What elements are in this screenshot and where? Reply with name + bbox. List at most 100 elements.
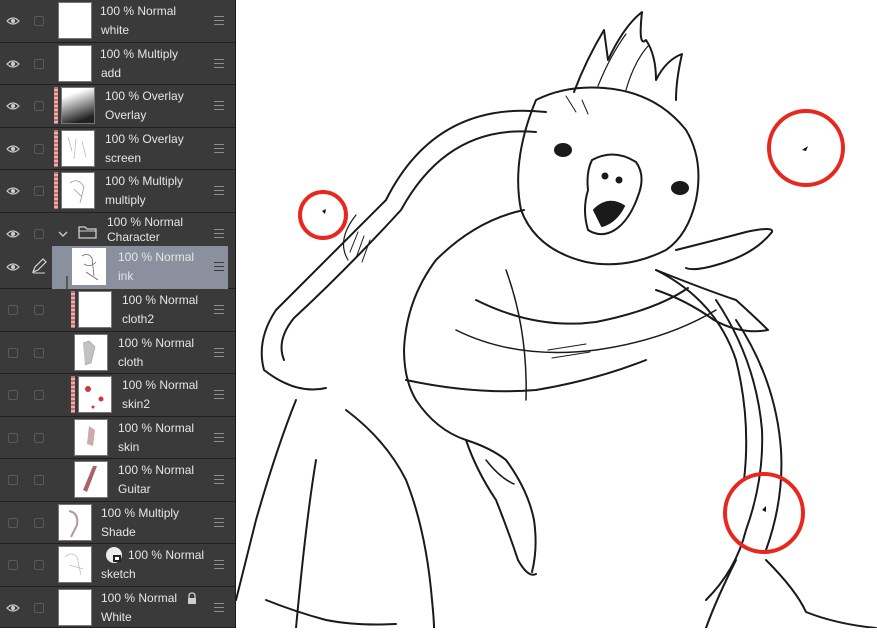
visibility-toggle[interactable] (8, 390, 18, 400)
visibility-toggle[interactable] (8, 475, 18, 485)
layer-blend-mode: Multiply (137, 46, 179, 61)
layer-opacity: 100 % (105, 131, 140, 146)
layer-thumbnail (61, 129, 95, 167)
layer-opacity: 100 % (122, 378, 157, 392)
highlight-circle (298, 190, 348, 240)
layer-select-checkbox[interactable] (34, 390, 44, 400)
eye-icon[interactable] (2, 223, 24, 245)
layer-row-overlay[interactable]: 100 % Overlay Overlay (0, 85, 235, 128)
eye-icon[interactable] (2, 95, 24, 117)
layer-row-cloth[interactable]: 100 % Normal cloth (0, 331, 235, 374)
layer-blend-mode: Overlay (142, 131, 184, 146)
layer-row-sketch[interactable]: 100 % Normal sketch (0, 544, 235, 587)
layer-row-cloth2[interactable]: 100 % Normal cloth2 (0, 289, 235, 332)
layer-thumbnail (72, 248, 106, 285)
layer-name: add (101, 65, 122, 80)
layer-blend-mode: Normal (144, 214, 184, 229)
eye-icon[interactable] (2, 53, 24, 75)
eye-icon[interactable] (2, 597, 24, 619)
drag-handle-icon[interactable] (214, 432, 224, 442)
layer-blend-mode: Normal (159, 293, 199, 307)
eye-icon[interactable] (2, 138, 24, 160)
layer-select-checkbox[interactable] (34, 58, 44, 69)
eye-icon[interactable] (2, 180, 24, 202)
eye-icon[interactable] (2, 256, 24, 278)
layer-select-checkbox[interactable] (34, 517, 44, 528)
drag-handle-icon[interactable] (214, 16, 224, 25)
layer-select-checkbox[interactable] (34, 560, 44, 570)
drag-handle-icon[interactable] (214, 602, 224, 612)
layer-name: screen (105, 150, 142, 165)
layer-row-white-paper[interactable]: 100 % Normal White (0, 586, 235, 628)
layer-name: sketch (101, 567, 136, 581)
visibility-toggle[interactable] (8, 560, 18, 570)
layer-opacity: 100 % (105, 89, 140, 103)
layer-select-checkbox[interactable] (34, 101, 44, 111)
layer-row-screen[interactable]: 100 % Overlay screen (0, 127, 235, 170)
drag-handle-icon[interactable] (214, 101, 224, 110)
layer-select-checkbox[interactable] (34, 16, 44, 26)
layers-panel: 100 % Normal white 100 % Multiply add 10… (0, 0, 236, 628)
layer-thumbnail (58, 44, 92, 82)
layer-thumbnail (58, 546, 92, 583)
layer-select-checkbox[interactable] (34, 228, 44, 239)
layer-opacity: 100 % (105, 174, 140, 188)
layer-select-checkbox[interactable] (34, 602, 44, 613)
layer-row-skin2[interactable]: 100 % Normal skin2 (0, 374, 235, 417)
drag-handle-icon[interactable] (214, 228, 224, 238)
layer-row-add[interactable]: 100 % Multiply add (0, 42, 235, 85)
drag-handle-icon[interactable] (214, 262, 224, 271)
visibility-toggle[interactable] (8, 305, 18, 315)
layer-name: Shade (101, 524, 136, 539)
layer-row-ink[interactable]: 100 % Normal ink (52, 246, 228, 289)
layer-thumbnail (74, 461, 108, 498)
layer-row-guitar[interactable]: 100 % Normal Guitar (0, 459, 235, 502)
clipping-indicator (71, 291, 75, 328)
drag-handle-icon[interactable] (214, 143, 224, 153)
layer-select-checkbox[interactable] (34, 347, 44, 358)
layer-blend-mode: Normal (138, 590, 178, 605)
layer-opacity: 100 % (107, 214, 142, 229)
eye-icon[interactable] (2, 10, 24, 32)
drag-handle-icon[interactable] (214, 347, 224, 357)
layer-thumbnail (61, 87, 95, 124)
layer-name: Guitar (118, 482, 151, 496)
layer-blend-mode: Normal (155, 420, 195, 435)
layer-thumbnail (78, 291, 112, 328)
layer-opacity: 100 % (118, 250, 153, 264)
layer-blend-mode: Multiply (142, 174, 184, 188)
layer-thumbnail (61, 172, 95, 209)
chevron-down-icon[interactable] (58, 227, 68, 241)
layer-row-skin[interactable]: 100 % Normal skin (0, 416, 235, 459)
layer-thumbnail (74, 418, 108, 456)
layer-select-checkbox[interactable] (34, 143, 44, 154)
ink-row-controls (0, 246, 52, 289)
layer-row-multiply[interactable]: 100 % Multiply multiply (0, 170, 235, 213)
drag-handle-icon[interactable] (214, 186, 224, 195)
visibility-toggle[interactable] (8, 517, 18, 528)
drag-handle-icon[interactable] (214, 560, 224, 569)
layer-name: cloth (118, 354, 144, 369)
layer-select-checkbox[interactable] (34, 432, 44, 443)
layer-select-checkbox[interactable] (34, 305, 44, 315)
layer-opacity: 100 % (118, 463, 153, 477)
layer-name: multiply (105, 193, 146, 207)
layer-blend-mode: Normal (165, 548, 205, 562)
drag-handle-icon[interactable] (214, 475, 224, 484)
clipping-indicator (54, 87, 58, 124)
highlight-circle (723, 472, 805, 554)
drag-handle-icon[interactable] (214, 305, 224, 314)
visibility-toggle[interactable] (8, 432, 18, 443)
visibility-toggle[interactable] (8, 347, 18, 358)
lock-icon[interactable] (186, 591, 198, 608)
layer-opacity: 100 % (101, 505, 136, 520)
layer-select-checkbox[interactable] (34, 186, 44, 196)
drag-handle-icon[interactable] (214, 517, 224, 527)
layer-row-shade[interactable]: 100 % Multiply Shade (0, 501, 235, 544)
layer-row-white[interactable]: 100 % Normal white (0, 0, 235, 43)
drawing-canvas[interactable] (235, 0, 877, 629)
layer-select-checkbox[interactable] (34, 475, 44, 485)
layer-name: skin (118, 439, 140, 454)
drag-handle-icon[interactable] (214, 58, 224, 68)
drag-handle-icon[interactable] (214, 390, 224, 399)
